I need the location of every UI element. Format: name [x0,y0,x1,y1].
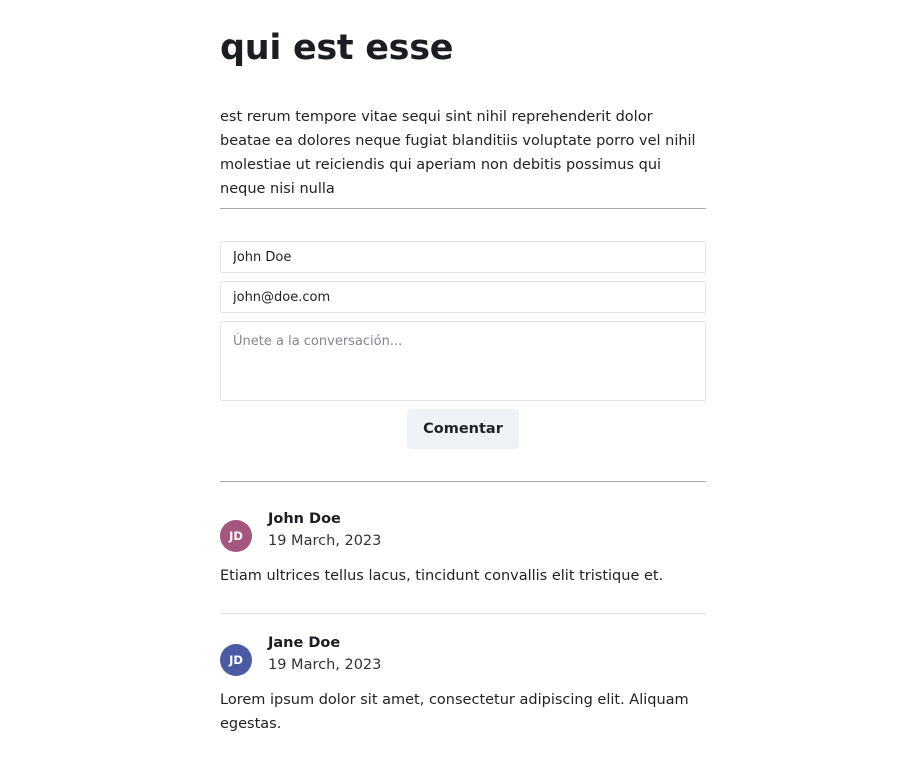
comment-date: 19 March, 2023 [268,533,382,549]
divider [220,481,706,482]
submit-row: Comentar [220,409,706,449]
post-body: est rerum tempore vitae sequi sint nihil… [220,109,696,197]
post-page: qui est esse est rerum tempore vitae seq… [0,0,915,784]
comment-text: Lorem ipsum dolor sit amet, consectetur … [220,692,689,732]
avatar: JD [220,520,252,552]
comment-date: 19 March, 2023 [268,657,382,673]
name-input[interactable] [220,241,706,273]
comment-submit-button[interactable]: Comentar [407,409,519,449]
comment-text: Etiam ultrices tellus lacus, tincidunt c… [220,568,664,584]
comment-textarea[interactable] [220,321,706,401]
divider [220,208,706,209]
comment-author: John Doe [268,511,341,527]
comment-author: Jane Doe [268,635,341,651]
post-title: qui est esse [220,28,454,68]
email-input[interactable] [220,281,706,313]
avatar: JD [220,644,252,676]
comment-divider [220,613,706,614]
